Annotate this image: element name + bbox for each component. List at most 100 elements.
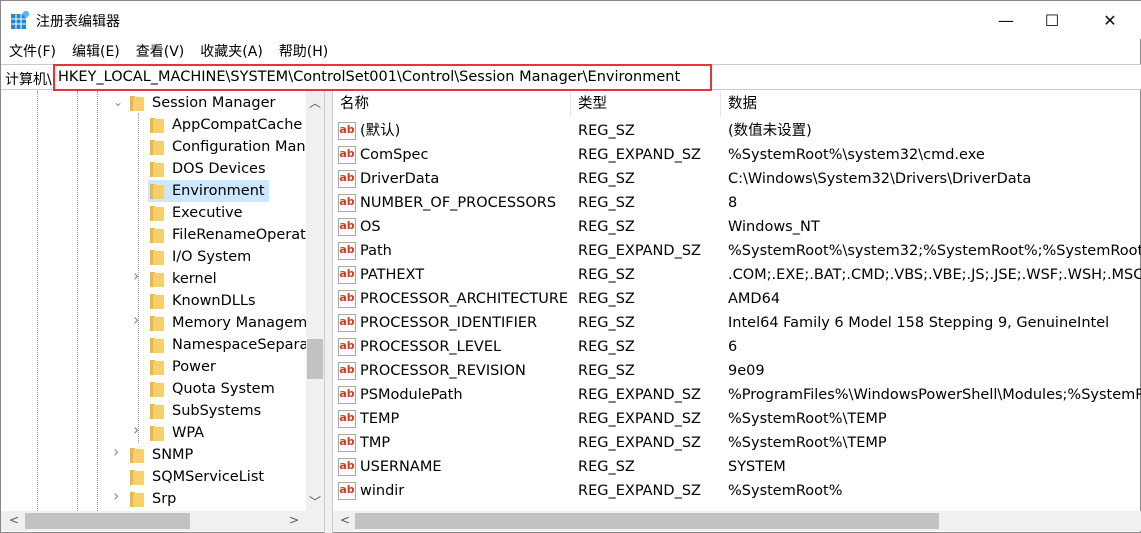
column-header-name[interactable]: 名称: [333, 91, 571, 117]
value-row[interactable]: ab USERNAME REG_SZ SYSTEM: [333, 455, 1141, 479]
tree-item[interactable]: Session Manager: [128, 92, 298, 114]
pane-splitter[interactable]: [324, 91, 333, 533]
scroll-right-icon[interactable]: >: [289, 513, 299, 527]
tree-item[interactable]: NamespaceSeparation: [148, 334, 324, 356]
value-row[interactable]: ab DriverData REG_SZ C:\Windows\System32\Dr…: [333, 167, 1141, 191]
value-name: TMP: [360, 435, 391, 451]
address-path-input[interactable]: HKEY_LOCAL_MACHINE\SYSTEM\ControlSet001\…: [53, 64, 712, 91]
menu-bar: 文件(F) 编辑(E) 查看(V) 收藏夹(A) 帮助(H): [1, 39, 336, 63]
value-row[interactable]: ab PROCESSOR_LEVEL REG_SZ 6: [333, 335, 1141, 359]
column-header-type[interactable]: 类型: [571, 91, 721, 117]
value-row[interactable]: ab NUMBER_OF_PROCESSORS REG_SZ 8: [333, 191, 1141, 215]
window-title: 注册表编辑器: [36, 14, 120, 30]
tree-item[interactable]: DOS Devices: [148, 158, 318, 180]
string-value-icon: ab: [338, 266, 356, 284]
tree-item-label: SQMServiceList: [152, 469, 265, 485]
chevron-right-icon[interactable]: ›: [113, 486, 119, 505]
value-type: REG_EXPAND_SZ: [578, 387, 701, 403]
title-bar: 注册表编辑器 — ☐ ✕: [1, 1, 1141, 39]
scroll-up-icon[interactable]: ︿: [309, 94, 321, 111]
tree-scroll-thumb[interactable]: [307, 339, 323, 379]
string-value-icon: ab: [338, 434, 356, 452]
string-value-icon: ab: [338, 314, 356, 332]
value-row[interactable]: ab PROCESSOR_IDENTIFIER REG_SZ Intel64 Fami…: [333, 311, 1141, 335]
tree-item[interactable]: Executive: [148, 202, 318, 224]
chevron-right-icon[interactable]: ›: [133, 310, 139, 329]
list-hscroll-thumb[interactable]: [355, 513, 939, 529]
value-name: OS: [360, 219, 381, 235]
tree-item[interactable]: FileRenameOperations: [148, 224, 324, 246]
tree-item[interactable]: SNMP: [128, 444, 298, 466]
tree-item[interactable]: I/O System: [148, 246, 318, 268]
value-row[interactable]: ab TEMP REG_EXPAND_SZ %SystemRoot%\TEMP: [333, 407, 1141, 431]
string-value-icon: ab: [338, 482, 356, 500]
value-row[interactable]: ab ComSpec REG_EXPAND_SZ %SystemRoot%\syste…: [333, 143, 1141, 167]
folder-icon: [130, 448, 144, 463]
value-row[interactable]: ab PATHEXT REG_SZ .COM;.EXE;.BAT;.CMD;.VBS;…: [333, 263, 1141, 287]
tree-vertical-scrollbar[interactable]: [306, 91, 324, 511]
value-data: %SystemRoot%\system32\cmd.exe: [728, 147, 985, 163]
tree-item-label: Executive: [172, 205, 243, 221]
tree-item-label: I/O System: [172, 249, 252, 265]
value-data: 9e09: [728, 363, 765, 379]
value-row[interactable]: ab TMP REG_EXPAND_SZ %SystemRoot%\TEMP: [333, 431, 1141, 455]
value-row[interactable]: ab (默认) REG_SZ (数值未设置): [333, 119, 1141, 143]
value-data: Intel64 Family 6 Model 158 Stepping 9, G…: [728, 315, 1110, 331]
menu-help[interactable]: 帮助(H): [271, 39, 336, 63]
tree-item-label: Power: [172, 359, 216, 375]
chevron-right-icon[interactable]: ›: [133, 420, 139, 439]
string-value-icon: ab: [338, 386, 356, 404]
value-row[interactable]: ab PROCESSOR_ARCHITECTURE REG_SZ AMD64: [333, 287, 1141, 311]
tree-item[interactable]: Memory Management: [148, 312, 324, 334]
value-type: REG_EXPAND_SZ: [578, 411, 701, 427]
tree-item[interactable]: Quota System: [148, 378, 318, 400]
value-data: 8: [728, 195, 738, 211]
tree-item[interactable]: kernel: [148, 268, 318, 290]
value-type: REG_EXPAND_SZ: [578, 483, 701, 499]
value-data: %SystemRoot%\system32;%SystemRoot%;%Syst…: [728, 243, 1141, 259]
value-type: REG_SZ: [578, 291, 635, 307]
tree-item-label: Memory Management: [172, 315, 324, 331]
minimize-button[interactable]: —: [983, 1, 1029, 39]
menu-file[interactable]: 文件(F): [1, 39, 64, 63]
scroll-down-icon[interactable]: ﹀: [309, 493, 321, 510]
value-row[interactable]: ab windir REG_EXPAND_SZ %SystemRoot%: [333, 479, 1141, 503]
address-bar[interactable]: 计算机\ HKEY_LOCAL_MACHINE\SYSTEM\ControlSe…: [1, 64, 1141, 91]
value-data: (数值未设置): [728, 123, 812, 139]
tree-item[interactable]: SQMServiceList: [128, 466, 298, 488]
tree-item[interactable]: Environment: [148, 180, 269, 202]
value-row[interactable]: ab PROCESSOR_REVISION REG_SZ 9e09: [333, 359, 1141, 383]
tree-item[interactable]: KnownDLLs: [148, 290, 318, 312]
menu-view[interactable]: 查看(V): [128, 39, 193, 63]
address-root-label: 计算机\: [5, 72, 52, 88]
tree-item[interactable]: SubSystems: [148, 400, 318, 422]
tree-item[interactable]: WPA: [148, 422, 318, 444]
tree-item[interactable]: Srp: [128, 488, 298, 510]
value-data: %SystemRoot%\TEMP: [728, 435, 887, 451]
close-button[interactable]: ✕: [1087, 1, 1133, 39]
value-type: REG_SZ: [578, 195, 635, 211]
tree-item[interactable]: Power: [148, 356, 318, 378]
scroll-left-icon[interactable]: <: [9, 513, 19, 527]
scroll-left-icon[interactable]: <: [340, 513, 350, 527]
value-data: SYSTEM: [728, 459, 786, 475]
tree-hscroll-thumb[interactable]: [25, 513, 190, 529]
column-header-data[interactable]: 数据: [721, 91, 1141, 117]
value-row[interactable]: ab PSModulePath REG_EXPAND_SZ %ProgramFiles…: [333, 383, 1141, 407]
folder-icon: [150, 426, 164, 441]
menu-favorites[interactable]: 收藏夹(A): [192, 39, 271, 63]
tree-item[interactable]: Configuration Manager: [148, 136, 324, 158]
maximize-button[interactable]: ☐: [1029, 1, 1075, 39]
folder-icon: [150, 338, 164, 353]
chevron-right-icon[interactable]: ›: [133, 266, 139, 285]
tree-item[interactable]: AppCompatCache: [148, 114, 318, 136]
chevron-right-icon[interactable]: ›: [113, 442, 119, 461]
value-row[interactable]: ab OS REG_SZ Windows_NT: [333, 215, 1141, 239]
value-data: %SystemRoot%\TEMP: [728, 411, 887, 427]
menu-edit[interactable]: 编辑(E): [64, 39, 128, 63]
key-tree: Session Manager ⌄ AppCompatCache Configurat…: [1, 91, 324, 531]
value-row[interactable]: ab Path REG_EXPAND_SZ %SystemRoot%\system32…: [333, 239, 1141, 263]
registry-editor-icon: [11, 11, 29, 29]
value-name: PROCESSOR_LEVEL: [360, 339, 502, 355]
chevron-down-icon[interactable]: ⌄: [113, 95, 123, 109]
